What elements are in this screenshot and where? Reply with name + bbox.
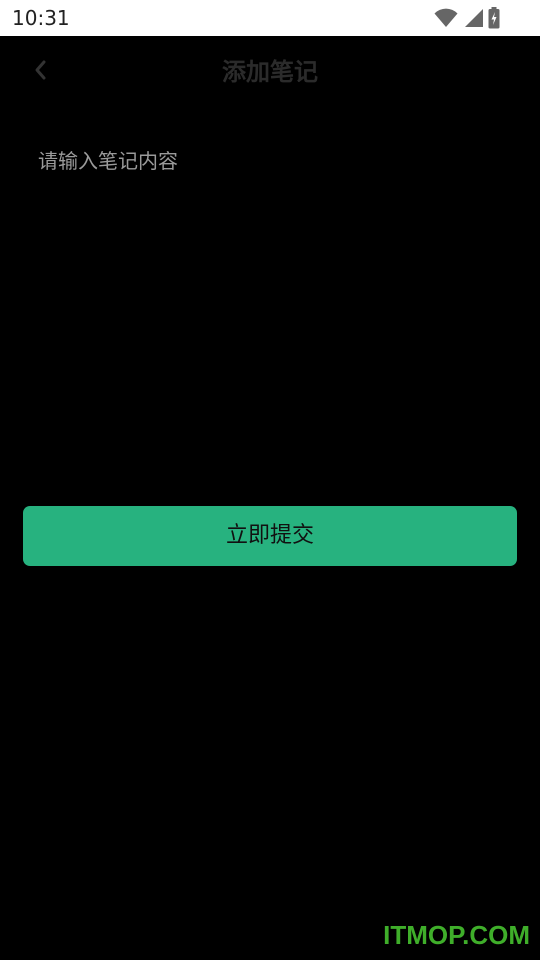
status-time: 10:31 [12,6,70,30]
note-content-input[interactable] [38,145,502,465]
page-title: 添加笔记 [222,58,318,86]
watermark-text: ITMOP.COM [383,920,530,950]
watermark: ITMOP.COM [383,918,530,952]
app-header: 添加笔记 [0,36,540,108]
status-bar: 10:31 [0,0,540,36]
wifi-icon [434,8,458,28]
battery-charging-icon [488,7,500,29]
submit-button[interactable]: 立即提交 [23,506,517,566]
signal-icon [462,8,484,28]
status-icons [434,6,500,30]
